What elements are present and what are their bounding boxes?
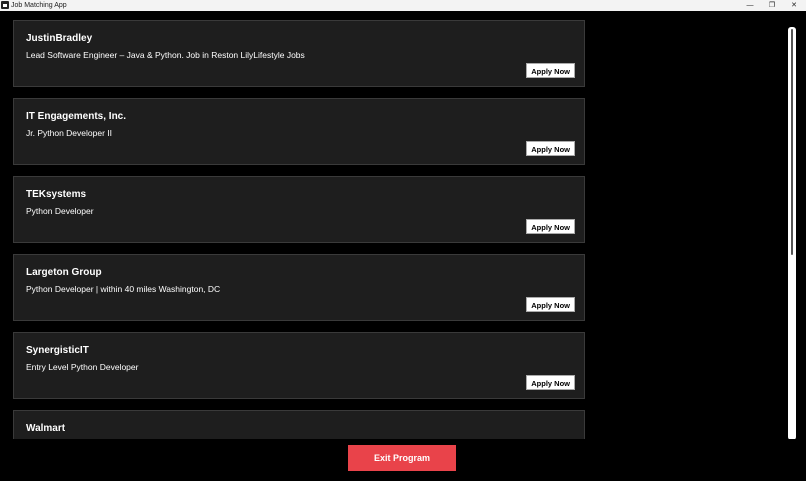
exit-program-button[interactable]: Exit Program xyxy=(348,445,456,471)
job-title: Jr. Python Developer II xyxy=(26,128,112,138)
minimize-button[interactable]: — xyxy=(740,0,760,11)
apply-now-button[interactable]: Apply Now xyxy=(526,219,575,234)
app-icon xyxy=(1,1,9,9)
company-name: IT Engagements, Inc. xyxy=(26,111,127,122)
job-card: IT Engagements, Inc. Jr. Python Develope… xyxy=(13,98,585,165)
restore-button[interactable]: ❐ xyxy=(762,0,782,11)
scrollbar[interactable] xyxy=(788,27,796,439)
job-card: Largeton Group Python Developer | within… xyxy=(13,254,585,321)
company-name: JustinBradley xyxy=(26,33,93,44)
close-button[interactable]: ✕ xyxy=(784,0,804,11)
job-card: JustinBradley Lead Software Engineer – J… xyxy=(13,20,585,87)
title-bar: Job Matching App — ❐ ✕ xyxy=(0,0,806,11)
company-name: TEKsystems xyxy=(26,189,87,200)
company-name: Largeton Group xyxy=(26,267,102,278)
job-card: TEKsystems Python Developer Apply Now xyxy=(13,176,585,243)
apply-now-button[interactable]: Apply Now xyxy=(526,63,575,78)
job-title: Entry Level Python Developer xyxy=(26,362,139,372)
job-title: Python Developer | within 40 miles Washi… xyxy=(26,284,221,294)
job-title: Lead Software Engineer – Java & Python. … xyxy=(26,50,305,60)
apply-now-button[interactable]: Apply Now xyxy=(526,375,575,390)
company-name: SynergisticIT xyxy=(26,345,89,356)
job-card: Walmart xyxy=(13,410,585,439)
apply-now-button[interactable]: Apply Now xyxy=(526,141,575,156)
job-card: SynergisticIT Entry Level Python Develop… xyxy=(13,332,585,399)
window-title: Job Matching App xyxy=(11,2,67,9)
company-name: Walmart xyxy=(26,423,66,434)
apply-now-button[interactable]: Apply Now xyxy=(526,297,575,312)
scrollbar-thumb[interactable] xyxy=(791,29,793,255)
job-list[interactable]: JustinBradley Lead Software Engineer – J… xyxy=(0,11,806,439)
job-title: Python Developer xyxy=(26,206,94,216)
